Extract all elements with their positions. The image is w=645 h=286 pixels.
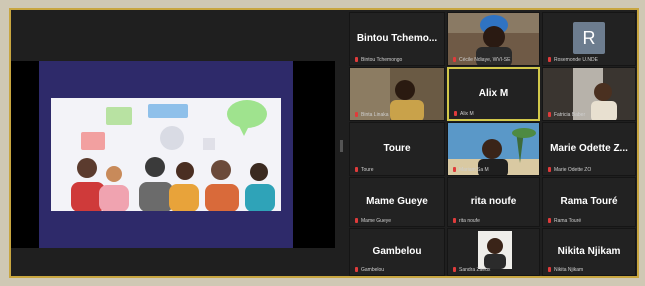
participant-tile[interactable]: R Rosemonde U.NDE [542,12,636,66]
participant-name-label: Binta Linaka [355,112,442,118]
participant-tile[interactable]: Fatricia Baber [542,67,636,121]
participant-display-name: Rama Touré [560,196,618,208]
participant-name-label: Alix M [454,111,536,117]
participant-name-label: Nikita Njikam [548,267,633,273]
people-illustration [71,100,275,211]
participant-tile[interactable]: Mariam Sa M [447,122,540,176]
participant-name-label: Mariam Sa M [453,167,537,173]
participant-name-label: Rosemonde U.NDE [548,57,633,63]
slide-illustration [51,98,281,211]
participant-name-label: Cécile Ndiaye, WVI-SE [453,57,537,63]
muted-mic-icon [453,57,456,63]
muted-mic-icon [548,57,551,63]
participant-display-name: rita noufe [470,196,517,208]
participant-name-label: rita noufe [453,218,537,224]
participant-display-name: Nikita Njikam [557,246,621,258]
muted-mic-icon [355,57,358,63]
muted-mic-icon [548,267,551,273]
participant-tile-active-speaker[interactable]: Alix M Alix M [447,67,540,121]
muted-mic-icon [453,218,456,224]
participant-display-name: Toure [383,142,411,154]
panel-resize-handle[interactable] [340,140,343,152]
participant-name-label: Mame Gueye [355,218,442,224]
participant-tile[interactable]: Nikita Njikam Nikita Njikam [542,228,636,276]
participant-tile[interactable]: Cécile Ndiaye, WVI-SE [447,12,540,66]
participant-name-label: Marie Odette ZO [548,167,633,173]
participant-name-label: Bintou Tchemongo [355,57,442,63]
participant-name-label: Toure [355,167,442,173]
muted-mic-icon [355,112,358,118]
participant-display-name: Marie Odette Z... [550,142,628,154]
participant-display-name: Alix M [478,88,509,99]
participant-display-name: Bintou Tchemo... [356,32,438,44]
participant-tile[interactable]: Bintou Tchemo... Bintou Tchemongo [349,12,445,66]
participant-tile[interactable]: Rama Touré Rama Touré [542,177,636,227]
participant-tile[interactable]: Binta Linaka [349,67,445,121]
participant-name-label: Sandra Zaeux [453,267,537,273]
muted-mic-icon [355,218,358,224]
screen-share-area[interactable] [11,61,335,248]
participant-tile[interactable]: Marie Odette Z... Marie Odette ZO [542,122,636,176]
participant-name-label: Fatricia Baber [548,112,633,118]
muted-mic-icon [548,112,551,118]
muted-mic-icon [355,267,358,273]
shared-slide [39,61,293,248]
muted-mic-icon [453,267,456,273]
participant-avatar: R [573,22,605,54]
participant-display-name: Gambelou [372,246,422,258]
participant-tile[interactable]: Mame Gueye Mame Gueye [349,177,445,227]
muted-mic-icon [453,167,456,173]
participant-tile[interactable]: Gambelou Gambelou [349,228,445,276]
participant-display-name: Mame Gueye [366,196,428,208]
participant-tile[interactable]: rita noufe rita noufe [447,177,540,227]
participant-name-label: Gambelou [355,267,442,273]
video-conference-window: Bintou Tchemo... Bintou Tchemongo Cécile… [9,8,639,278]
muted-mic-icon [548,167,551,173]
muted-mic-icon [355,167,358,173]
participant-tile[interactable]: Toure Toure [349,122,445,176]
muted-mic-icon [454,111,457,117]
participant-name-label: Rama Touré [548,218,633,224]
participant-tile[interactable]: Sandra Zaeux [447,228,540,276]
muted-mic-icon [548,218,551,224]
